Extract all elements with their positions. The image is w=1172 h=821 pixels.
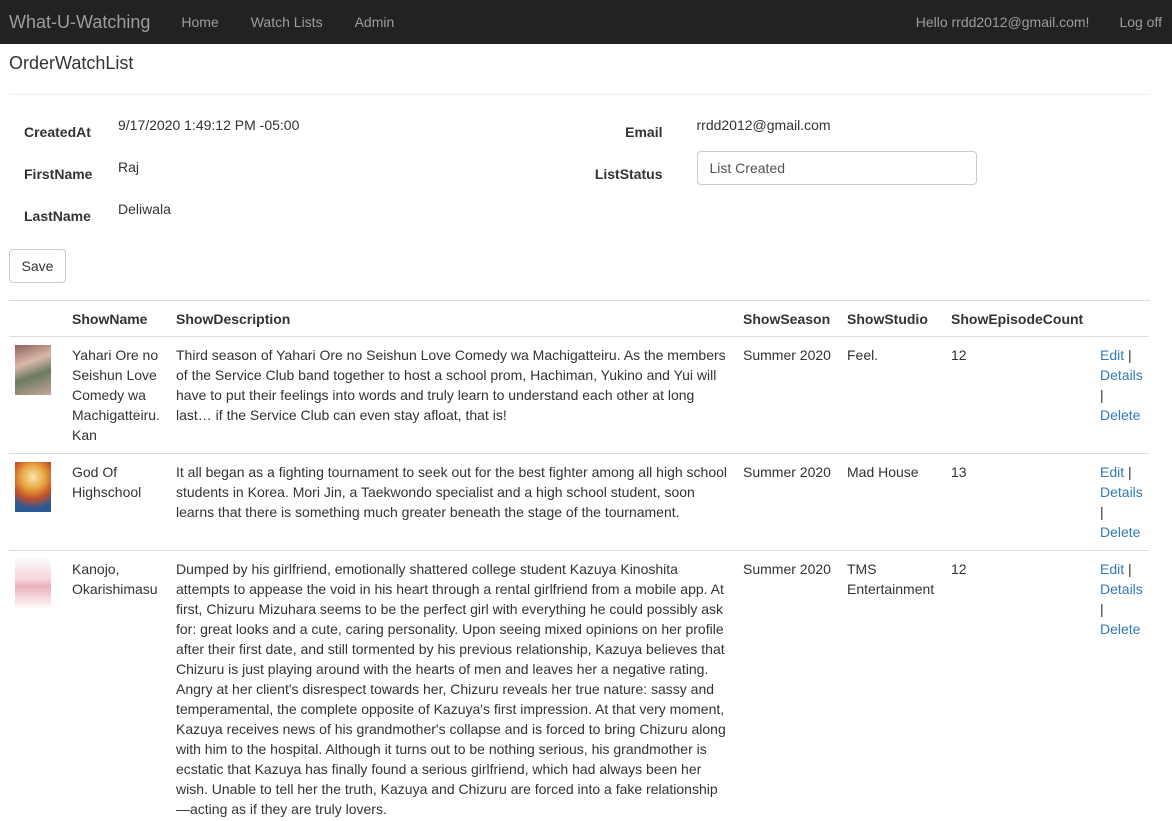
show-name: Kanojo, Okarishimasu <box>66 550 170 821</box>
last-name-row: LastName Deliwala <box>9 201 580 243</box>
details-link[interactable]: Details <box>1100 367 1143 383</box>
show-description: It all began as a fighting tournament to… <box>170 453 737 551</box>
show-description: Third season of Yahari Ore no Seishun Lo… <box>170 336 737 454</box>
last-name-value: Deliwala <box>118 200 171 217</box>
show-episode-count: 12 <box>945 550 1094 821</box>
details-link[interactable]: Details <box>1100 484 1143 500</box>
page-title: OrderWatchList <box>9 53 134 73</box>
save-button[interactable]: Save <box>9 248 66 283</box>
show-studio: TMS Entertainment <box>841 550 945 821</box>
list-status-input[interactable] <box>696 150 977 185</box>
edit-link[interactable]: Edit <box>1100 561 1124 577</box>
show-thumbnail <box>15 344 51 395</box>
watchlist-form: CreatedAt 9/17/2020 1:49:12 PM -05:00 Fi… <box>9 117 1150 243</box>
table-row: Yahari Ore no Seishun Love Comedy wa Mac… <box>9 336 1149 454</box>
show-season: Summer 2020 <box>737 550 841 821</box>
title-divider <box>9 93 1150 95</box>
show-thumbnail <box>15 461 51 512</box>
table-header-row: ShowName ShowDescription ShowSeason Show… <box>9 300 1149 337</box>
nav-watch-lists[interactable]: Watch Lists <box>251 14 323 30</box>
show-episode-count: 12 <box>945 336 1094 454</box>
header-show-season: ShowSeason <box>737 300 841 337</box>
row-actions: Edit | Details | Delete <box>1094 550 1149 821</box>
delete-link[interactable]: Delete <box>1100 621 1140 637</box>
nav-user-area: Hello rrdd2012@gmail.com! Log off <box>916 14 1163 30</box>
created-at-value: 9/17/2020 1:49:12 PM -05:00 <box>118 116 300 133</box>
list-status-label: ListStatus <box>594 165 663 182</box>
first-name-label: FirstName <box>24 165 93 182</box>
form-right-column: Email rrdd2012@gmail.com ListStatus <box>580 117 1151 243</box>
show-season: Summer 2020 <box>737 453 841 551</box>
show-episode-count: 13 <box>945 453 1094 551</box>
table-row: God Of Highschool It all began as a figh… <box>9 453 1149 551</box>
logoff-link[interactable]: Log off <box>1119 14 1162 30</box>
form-left-column: CreatedAt 9/17/2020 1:49:12 PM -05:00 Fi… <box>9 117 580 243</box>
header-image <box>9 300 66 337</box>
last-name-label: LastName <box>24 207 91 224</box>
header-show-name: ShowName <box>66 300 170 337</box>
shows-table: ShowName ShowDescription ShowSeason Show… <box>9 300 1149 821</box>
row-actions: Edit | Details | Delete <box>1094 453 1149 551</box>
edit-link[interactable]: Edit <box>1100 347 1124 363</box>
edit-link[interactable]: Edit <box>1100 464 1124 480</box>
table-row: Kanojo, Okarishimasu Dumped by his girlf… <box>9 550 1149 821</box>
first-name-row: FirstName Raj <box>9 159 580 201</box>
show-studio: Mad House <box>841 453 945 551</box>
header-actions <box>1094 300 1149 337</box>
brand-link[interactable]: What-U-Watching <box>9 12 150 33</box>
show-description: Dumped by his girlfriend, emotionally sh… <box>170 550 737 821</box>
top-navbar: What-U-Watching Home Watch Lists Admin H… <box>0 0 1172 44</box>
header-show-episode-count: ShowEpisodeCount <box>945 300 1094 337</box>
created-at-label: CreatedAt <box>24 123 91 140</box>
created-at-row: CreatedAt 9/17/2020 1:49:12 PM -05:00 <box>9 117 580 159</box>
nav-home[interactable]: Home <box>181 14 218 30</box>
delete-link[interactable]: Delete <box>1100 524 1140 540</box>
show-name: Yahari Ore no Seishun Love Comedy wa Mac… <box>66 336 170 454</box>
show-studio: Feel. <box>841 336 945 454</box>
header-show-studio: ShowStudio <box>841 300 945 337</box>
show-name: God Of Highschool <box>66 453 170 551</box>
show-season: Summer 2020 <box>737 336 841 454</box>
shows-table-wrap: ShowName ShowDescription ShowSeason Show… <box>9 299 1150 821</box>
nav-admin[interactable]: Admin <box>355 14 395 30</box>
email-value: rrdd2012@gmail.com <box>696 116 831 133</box>
delete-link[interactable]: Delete <box>1100 407 1140 423</box>
row-actions: Edit | Details | Delete <box>1094 336 1149 454</box>
details-link[interactable]: Details <box>1100 581 1143 597</box>
list-status-row: ListStatus <box>580 150 1151 201</box>
show-thumbnail <box>15 558 51 609</box>
main-content: OrderWatchList CreatedAt 9/17/2020 1:49:… <box>0 53 1172 821</box>
user-greeting-link[interactable]: Hello rrdd2012@gmail.com! <box>916 14 1090 30</box>
header-show-description: ShowDescription <box>170 300 737 337</box>
first-name-value: Raj <box>118 158 140 175</box>
email-label: Email <box>625 123 663 140</box>
